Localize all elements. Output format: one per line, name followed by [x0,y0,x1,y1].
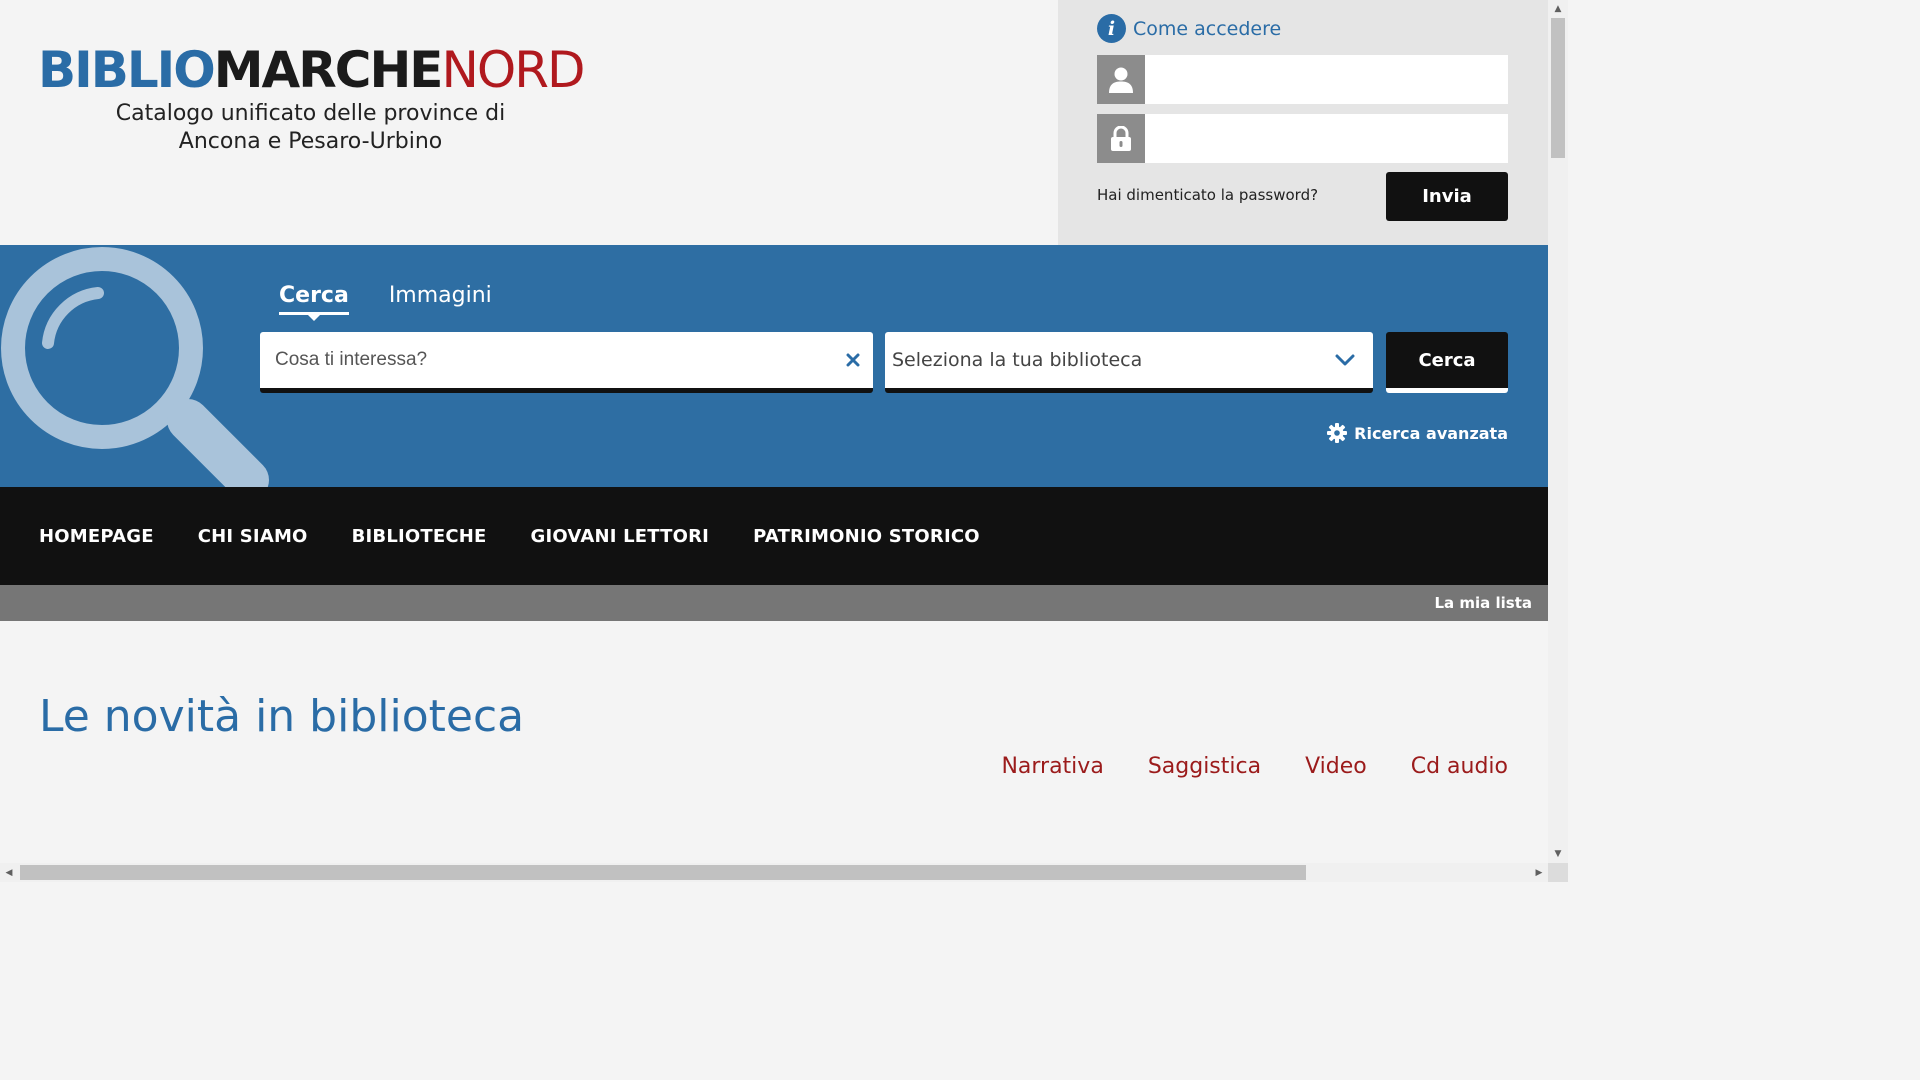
magnifier-decoration-icon [1,247,269,487]
gear-icon [1327,423,1348,443]
how-to-access-link[interactable]: i Come accedere [1097,14,1281,43]
logo-subtitle-line2: Ancona e Pesaro-Urbino [178,129,443,154]
site-header: BIBLIOMARCHENORD Catalogo unificato dell… [0,0,1548,245]
nav-item-biblioteche[interactable]: BIBLIOTECHE [352,526,487,547]
category-filters: Narrativa Saggistica Video Cd audio [1001,754,1508,779]
advanced-search-link[interactable]: Ricerca avanzata [1327,423,1508,443]
tab-cerca[interactable]: Cerca [279,283,349,321]
vertical-scrollbar[interactable]: ▲ ▼ [1548,0,1568,863]
nav-item-patrimonio-storico[interactable]: PATRIMONIO STORICO [753,526,980,547]
nav-item-giovani-lettori[interactable]: GIOVANI LETTORI [531,526,710,547]
scroll-right-arrow-icon[interactable]: ▶ [1530,864,1548,882]
login-panel: i Come accedere Hai dimenticato la passw… [1058,0,1548,245]
filter-cd-audio[interactable]: Cd audio [1411,754,1508,779]
news-section: Le novità in biblioteca Narrativa Saggis… [0,621,1548,863]
search-button[interactable]: Cerca [1386,332,1508,393]
sub-bar: La mia lista [0,585,1548,621]
horizontal-scrollbar[interactable]: ◀ ▶ [0,863,1548,882]
logo-subtitle: Catalogo unificato delle province di Anc… [38,100,583,156]
nav-item-chi-siamo[interactable]: CHI SIAMO [198,526,308,547]
logo-subtitle-line1: Catalogo unificato delle province di [115,101,506,126]
main-nav: HOMEPAGE CHI SIAMO BIBLIOTECHE GIOVANI L… [0,487,1548,585]
logo-wordmark: BIBLIOMARCHENORD [38,42,598,98]
filter-narrativa[interactable]: Narrativa [1001,754,1103,779]
password-field [1097,114,1508,163]
scrollbar-corner [1548,863,1568,882]
forgot-password-link[interactable]: Hai dimenticato la password? [1097,186,1318,204]
my-list-link[interactable]: La mia lista [1434,594,1532,612]
vertical-scroll-thumb[interactable] [1551,18,1565,158]
search-band: Cerca Immagini Seleziona la tua bibliote… [0,245,1548,487]
advanced-search-label: Ricerca avanzata [1354,423,1508,443]
lock-icon [1097,114,1145,163]
scroll-down-arrow-icon[interactable]: ▼ [1548,845,1568,863]
chevron-down-icon [1335,354,1355,366]
horizontal-scroll-thumb[interactable] [20,865,1306,880]
username-input[interactable] [1145,55,1508,104]
library-select[interactable]: Seleziona la tua biblioteca [885,332,1373,393]
scroll-left-arrow-icon[interactable]: ◀ [0,864,18,882]
nav-item-homepage[interactable]: HOMEPAGE [39,526,154,547]
user-icon [1097,55,1145,104]
search-tabs: Cerca Immagini [279,283,492,321]
scroll-up-arrow-icon[interactable]: ▲ [1548,0,1568,18]
search-query-box [260,332,873,393]
clear-icon[interactable] [837,344,869,376]
search-input[interactable] [260,332,837,388]
logo-part-nord: NORD [441,41,585,99]
filter-video[interactable]: Video [1305,754,1367,779]
section-title: Le novità in biblioteca [39,691,525,742]
tab-immagini[interactable]: Immagini [389,283,492,315]
how-to-access-label: Come accedere [1133,17,1282,40]
library-select-value: Seleziona la tua biblioteca [892,349,1143,371]
logo-part-biblio: BIBLIO [38,41,216,99]
site-logo[interactable]: BIBLIOMARCHENORD Catalogo unificato dell… [38,42,598,156]
info-icon: i [1097,14,1126,43]
filter-saggistica[interactable]: Saggistica [1148,754,1261,779]
logo-part-marche: MARCHE [213,41,444,99]
username-field [1097,55,1508,104]
login-submit-button[interactable]: Invia [1386,172,1508,221]
password-input[interactable] [1145,114,1508,163]
